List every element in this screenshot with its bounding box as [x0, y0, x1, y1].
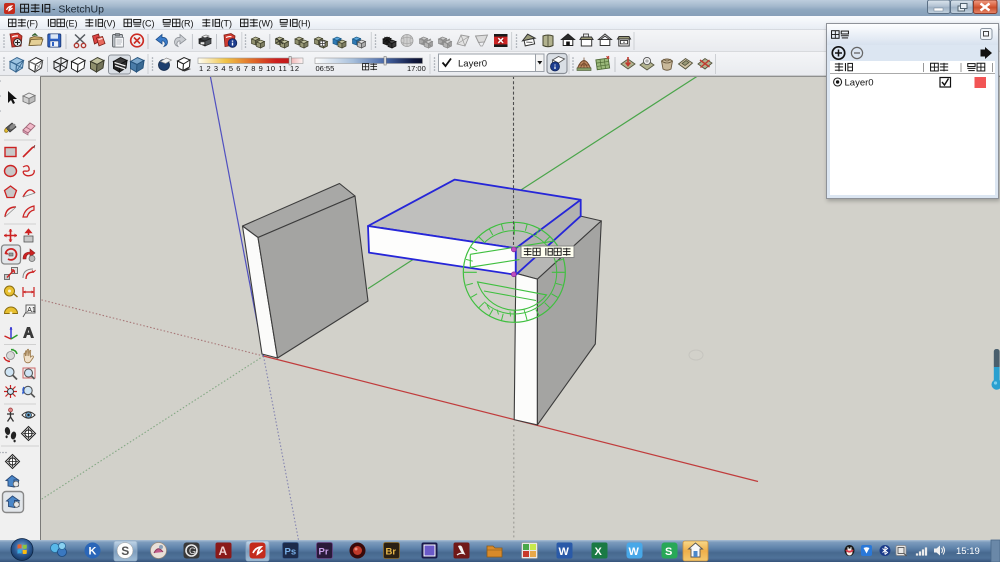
svg-text:A1: A1 [27, 307, 36, 314]
svg-text:15:19: 15:19 [956, 546, 980, 557]
svg-text:- SketchUp: - SketchUp [52, 4, 104, 16]
svg-text:1 2 3 4 5 6 7 8 9 10 11 12: 1 2 3 4 5 6 7 8 9 10 11 12 [199, 64, 299, 73]
svg-text:(V): (V) [104, 19, 116, 29]
svg-text:(R): (R) [181, 19, 194, 29]
svg-text:W: W [559, 546, 570, 558]
svg-text:(T): (T) [221, 19, 233, 29]
svg-text:(E): (E) [66, 19, 78, 29]
svg-text:17:00: 17:00 [407, 64, 426, 73]
svg-text:Layer0: Layer0 [845, 78, 874, 89]
svg-text:Layer0: Layer0 [458, 59, 487, 70]
svg-text:(C): (C) [142, 19, 155, 29]
svg-text:G: G [189, 546, 196, 556]
svg-text:S: S [121, 544, 129, 558]
svg-text:(F): (F) [27, 19, 39, 29]
svg-text:X: X [595, 546, 603, 558]
svg-text:K: K [89, 546, 97, 558]
svg-text:Pr: Pr [319, 547, 329, 558]
svg-text:(H): (H) [298, 19, 311, 29]
svg-text:06:55: 06:55 [316, 64, 335, 73]
svg-text:S: S [665, 546, 672, 558]
svg-text:W: W [629, 546, 640, 558]
svg-text:Ps: Ps [285, 547, 297, 558]
svg-text:A: A [219, 544, 228, 558]
svg-text:Br: Br [386, 547, 397, 558]
svg-text:(W): (W) [259, 19, 274, 29]
